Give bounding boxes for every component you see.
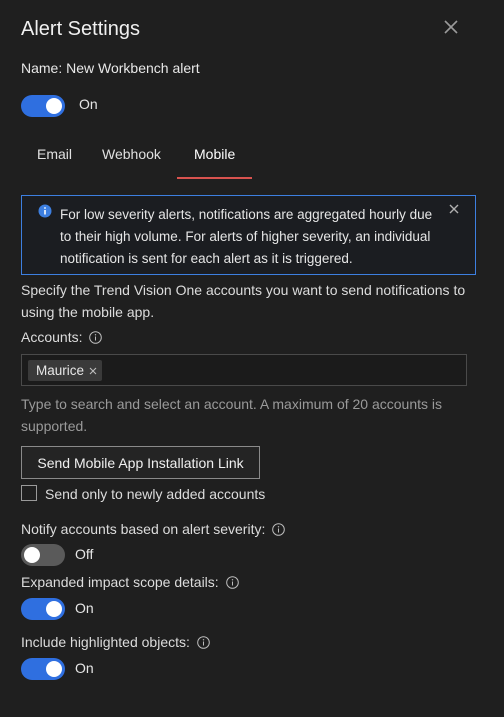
severity-toggle-label: Off xyxy=(75,546,94,562)
impact-toggle-label: On xyxy=(75,600,94,616)
active-tab-indicator xyxy=(177,177,252,179)
account-chip-label: Maurice xyxy=(36,363,85,378)
highlighted-label: Include highlighted objects: xyxy=(21,634,190,650)
dismiss-banner-icon[interactable] xyxy=(448,203,460,215)
remove-account-icon[interactable] xyxy=(89,367,97,375)
alert-enabled-toggle[interactable] xyxy=(21,95,65,117)
info-icon xyxy=(38,204,52,218)
toggle-knob xyxy=(46,661,62,677)
send-installation-link-button[interactable]: Send Mobile App Installation Link xyxy=(21,446,260,479)
help-icon[interactable] xyxy=(225,576,239,589)
highlighted-toggle-label: On xyxy=(75,660,94,676)
mobile-description: Specify the Trend Vision One accounts yo… xyxy=(21,282,466,320)
new-accounts-only-checkbox[interactable] xyxy=(21,485,37,501)
impact-toggle[interactable] xyxy=(21,598,65,620)
accounts-label-row: Accounts: xyxy=(21,326,103,348)
account-chip: Maurice xyxy=(28,360,103,381)
severity-toggle[interactable] xyxy=(21,544,65,566)
severity-label: Notify accounts based on alert severity: xyxy=(21,521,266,537)
highlighted-toggle[interactable] xyxy=(21,658,65,680)
alert-enabled-label: On xyxy=(79,96,98,112)
tab-email[interactable]: Email xyxy=(37,146,72,162)
accounts-hint: Type to search and select an account. A … xyxy=(21,396,443,434)
impact-label: Expanded impact scope details: xyxy=(21,574,219,590)
toggle-knob xyxy=(46,98,62,114)
help-icon[interactable] xyxy=(89,331,103,344)
severity-label-row: Notify accounts based on alert severity: xyxy=(21,518,286,540)
new-accounts-only-label: Send only to newly added accounts xyxy=(45,486,266,502)
help-icon[interactable] xyxy=(272,523,286,536)
info-banner: For low severity alerts, notifications a… xyxy=(21,195,476,275)
tab-mobile[interactable]: Mobile xyxy=(194,146,235,162)
toggle-knob xyxy=(24,547,40,563)
tab-webhook[interactable]: Webhook xyxy=(102,146,161,162)
info-banner-text: For low severity alerts, notifications a… xyxy=(60,207,433,266)
highlighted-label-row: Include highlighted objects: xyxy=(21,631,210,653)
accounts-label: Accounts: xyxy=(21,329,83,345)
alert-name: Name: New Workbench alert xyxy=(21,60,200,76)
toggle-knob xyxy=(46,601,62,617)
accounts-input[interactable]: Maurice xyxy=(21,354,467,386)
close-icon[interactable] xyxy=(440,16,462,38)
impact-label-row: Expanded impact scope details: xyxy=(21,571,239,593)
dialog-title: Alert Settings xyxy=(21,18,140,40)
help-icon[interactable] xyxy=(196,636,210,649)
